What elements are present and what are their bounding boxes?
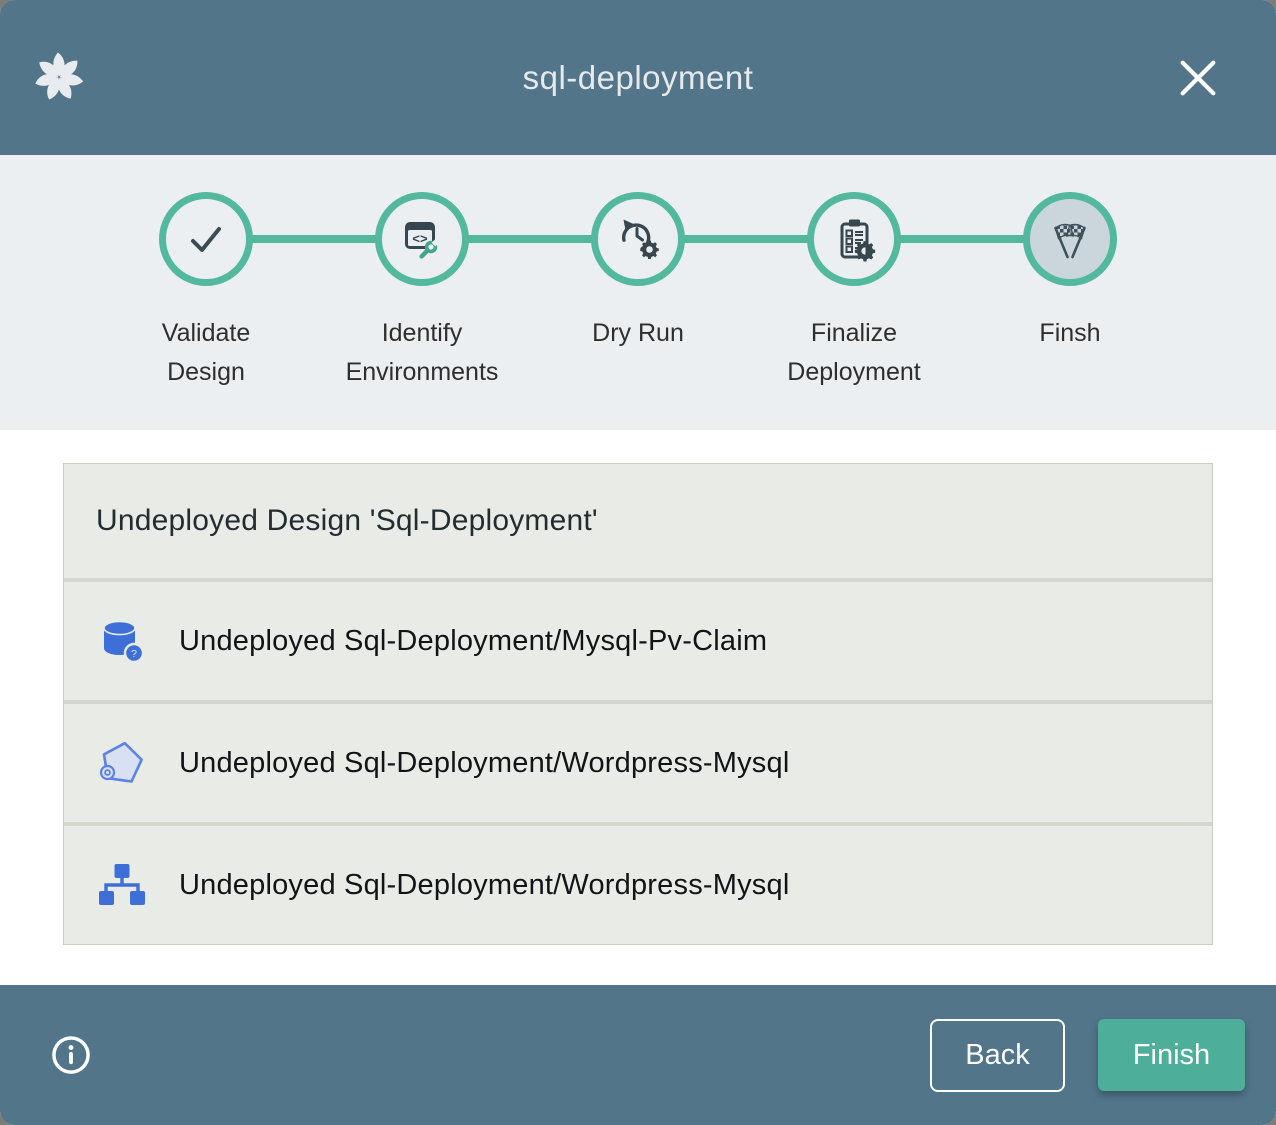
database-question-icon: ? xyxy=(98,617,146,665)
pentagon-component-icon xyxy=(98,739,146,787)
step-finish: Finsh xyxy=(962,192,1178,392)
step-finalize-deployment-circle[interactable] xyxy=(807,192,901,286)
step-finish-circle[interactable] xyxy=(1023,192,1117,286)
dry-run-clock-gear-icon xyxy=(614,215,662,263)
status-row-text: Undeployed Sql-Deployment/Mysql-Pv-Claim xyxy=(179,625,767,658)
wizard-stepper: Validate Design <> xyxy=(0,155,1276,430)
step-finalize-deployment: Finalize Deployment xyxy=(746,192,962,392)
status-row-text: Undeployed Sql-Deployment/Wordpress-Mysq… xyxy=(179,869,789,902)
finish-button[interactable]: Finish xyxy=(1098,1019,1245,1091)
status-row-text: Undeployed Sql-Deployment/Wordpress-Mysq… xyxy=(179,747,789,780)
back-button[interactable]: Back xyxy=(930,1019,1065,1092)
dialog-header: sql-deployment xyxy=(0,0,1276,155)
topology-tree-icon xyxy=(98,861,146,909)
step-validate-design-circle[interactable] xyxy=(159,192,253,286)
status-row-wordpress-mysql-1: Undeployed Sql-Deployment/Wordpress-Mysq… xyxy=(64,704,1212,822)
svg-text:<>: <> xyxy=(412,231,428,246)
checkered-flags-icon xyxy=(1046,215,1094,263)
dialog-content: Undeployed Design 'Sql-Deployment' ? Und… xyxy=(0,430,1276,985)
step-label: Dry Run xyxy=(592,314,684,353)
deployment-status-panel: Undeployed Design 'Sql-Deployment' ? Und… xyxy=(63,463,1213,945)
svg-text:?: ? xyxy=(131,648,137,660)
close-icon[interactable] xyxy=(1178,58,1218,98)
info-icon[interactable] xyxy=(50,1034,92,1076)
dialog-title: sql-deployment xyxy=(0,59,1276,97)
status-row-mysql-pv-claim: ? Undeployed Sql-Deployment/Mysql-Pv-Cla… xyxy=(64,582,1212,700)
step-label: Validate Design xyxy=(121,314,291,392)
step-identify-environments-circle[interactable]: <> xyxy=(375,192,469,286)
step-label: Finalize Deployment xyxy=(769,314,939,392)
code-window-wrench-icon: <> xyxy=(398,215,446,263)
step-label: Finsh xyxy=(1039,314,1100,353)
step-validate-design: Validate Design xyxy=(98,192,314,392)
step-dry-run: Dry Run xyxy=(530,192,746,392)
deployment-wizard-dialog: sql-deployment Validate Design xyxy=(0,0,1276,1125)
status-row-wordpress-mysql-2: Undeployed Sql-Deployment/Wordpress-Mysq… xyxy=(64,826,1212,944)
step-dry-run-circle[interactable] xyxy=(591,192,685,286)
dialog-footer: Back Finish xyxy=(0,985,1276,1125)
check-icon xyxy=(182,215,230,263)
step-identify-environments: <> Identify Environments xyxy=(314,192,530,392)
panel-header-text: Undeployed Design 'Sql-Deployment' xyxy=(64,464,1212,578)
clipboard-gear-icon xyxy=(830,215,878,263)
step-label: Identify Environments xyxy=(337,314,507,392)
pinwheel-logo xyxy=(30,48,88,106)
